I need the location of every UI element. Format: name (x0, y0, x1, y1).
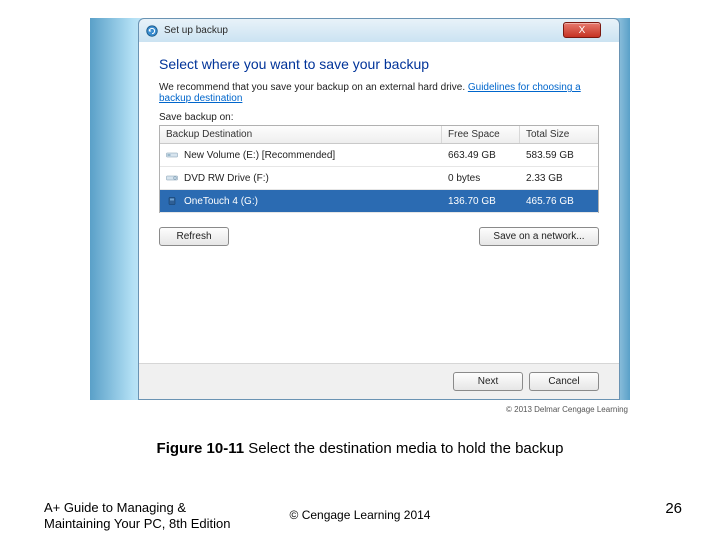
row-total: 583.59 GB (520, 146, 598, 165)
table-row[interactable]: OneTouch 4 (G:) 136.70 GB 465.76 GB (160, 190, 598, 213)
window-title: Set up backup (164, 25, 228, 36)
row-total: 2.33 GB (520, 169, 598, 188)
titlebar: Set up backup X (138, 18, 620, 42)
image-credit: © 2013 Delmar Cengage Learning (506, 405, 628, 414)
row-free: 136.70 GB (442, 192, 520, 211)
figure-text: Select the destination media to hold the… (244, 440, 563, 457)
slide-copyright: © Cengage Learning 2014 (0, 508, 720, 522)
row-free: 0 bytes (442, 169, 520, 188)
row-free: 663.49 GB (442, 146, 520, 165)
footer-buttons: Next Cancel (453, 372, 599, 391)
recommend-text: We recommend that you save your backup o… (159, 82, 599, 104)
refresh-button[interactable]: Refresh (159, 227, 229, 246)
row-name: OneTouch 4 (G:) (184, 192, 442, 211)
page-number: 26 (665, 500, 682, 517)
dialog-heading: Select where you want to save your backu… (159, 56, 599, 72)
figure-caption: Figure 10-11 Select the destination medi… (0, 440, 720, 457)
col-destination[interactable]: Backup Destination (160, 126, 442, 143)
dialog-body: Select where you want to save your backu… (138, 42, 620, 400)
close-button[interactable]: X (563, 22, 601, 38)
row-name: New Volume (E:) [Recommended] (184, 146, 442, 165)
row-name: DVD RW Drive (F:) (184, 169, 442, 188)
table-row[interactable]: DVD RW Drive (F:) 0 bytes 2.33 GB (160, 167, 598, 190)
row-total: 465.76 GB (520, 192, 598, 211)
close-icon: X (579, 25, 586, 36)
dvd-icon (160, 167, 184, 189)
col-free-space[interactable]: Free Space (442, 126, 520, 143)
destination-table: Backup Destination Free Space Total Size… (159, 125, 599, 213)
recommend-pre: We recommend that you save your backup o… (159, 82, 468, 93)
figure-number: Figure 10-11 (157, 440, 245, 457)
table-row[interactable]: New Volume (E:) [Recommended] 663.49 GB … (160, 144, 598, 167)
cancel-button[interactable]: Cancel (529, 372, 599, 391)
col-total-size[interactable]: Total Size (520, 126, 598, 143)
hdd-icon (160, 144, 184, 166)
backup-icon (145, 24, 159, 38)
save-on-label: Save backup on: (159, 112, 599, 123)
external-drive-icon (160, 190, 184, 212)
next-button[interactable]: Next (453, 372, 523, 391)
save-network-button[interactable]: Save on a network... (479, 227, 599, 246)
window-area: Set up backup X Select where you want to… (90, 10, 630, 400)
table-header: Backup Destination Free Space Total Size (160, 126, 598, 144)
button-row: Refresh Save on a network... (159, 227, 599, 246)
